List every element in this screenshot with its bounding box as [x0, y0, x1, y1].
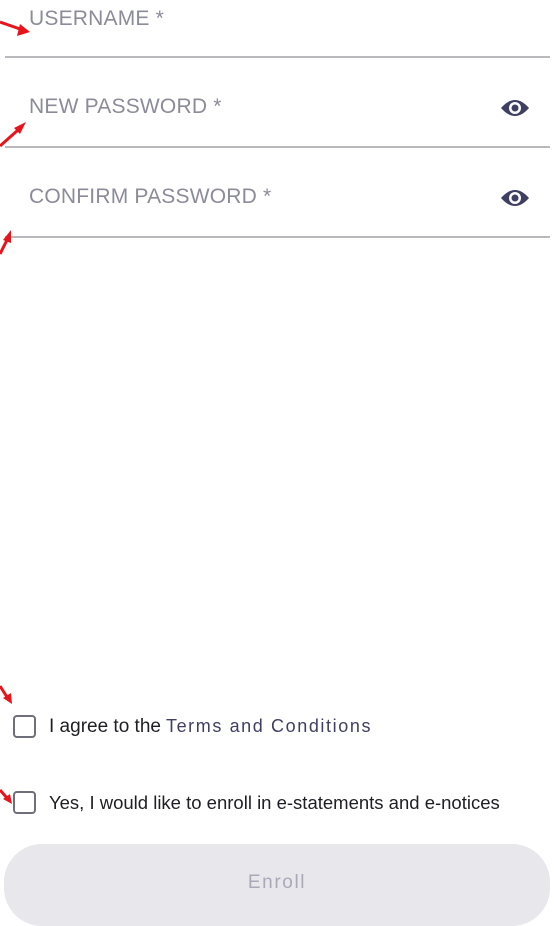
eye-icon[interactable] [500, 98, 530, 118]
new-password-field[interactable]: NEW PASSWORD * [5, 58, 550, 148]
estatements-checkbox-row: Yes, I would like to enroll in e-stateme… [13, 791, 500, 814]
new-password-label: NEW PASSWORD * [29, 95, 222, 118]
username-field[interactable]: USERNAME * [5, 0, 550, 58]
red-pointer-arrow-icon [0, 685, 12, 704]
enroll-button[interactable]: Enroll [4, 844, 550, 926]
red-pointer-arrow-icon [0, 230, 11, 255]
estatements-checkbox[interactable] [13, 791, 36, 814]
terms-checkbox[interactable] [13, 715, 36, 738]
terms-prefix-text: I agree to the [49, 715, 161, 737]
estatements-label: Yes, I would like to enroll in e-stateme… [49, 791, 500, 813]
terms-and-conditions-link[interactable]: Terms and Conditions [166, 716, 372, 737]
confirm-password-field[interactable]: CONFIRM PASSWORD * [5, 148, 550, 238]
terms-checkbox-row: I agree to the Terms and Conditions [13, 715, 372, 738]
eye-icon[interactable] [500, 188, 530, 208]
confirm-password-label: CONFIRM PASSWORD * [29, 185, 272, 208]
username-label: USERNAME * [29, 7, 165, 30]
red-pointer-arrow-icon [0, 20, 30, 36]
red-pointer-arrow-icon [0, 122, 26, 148]
